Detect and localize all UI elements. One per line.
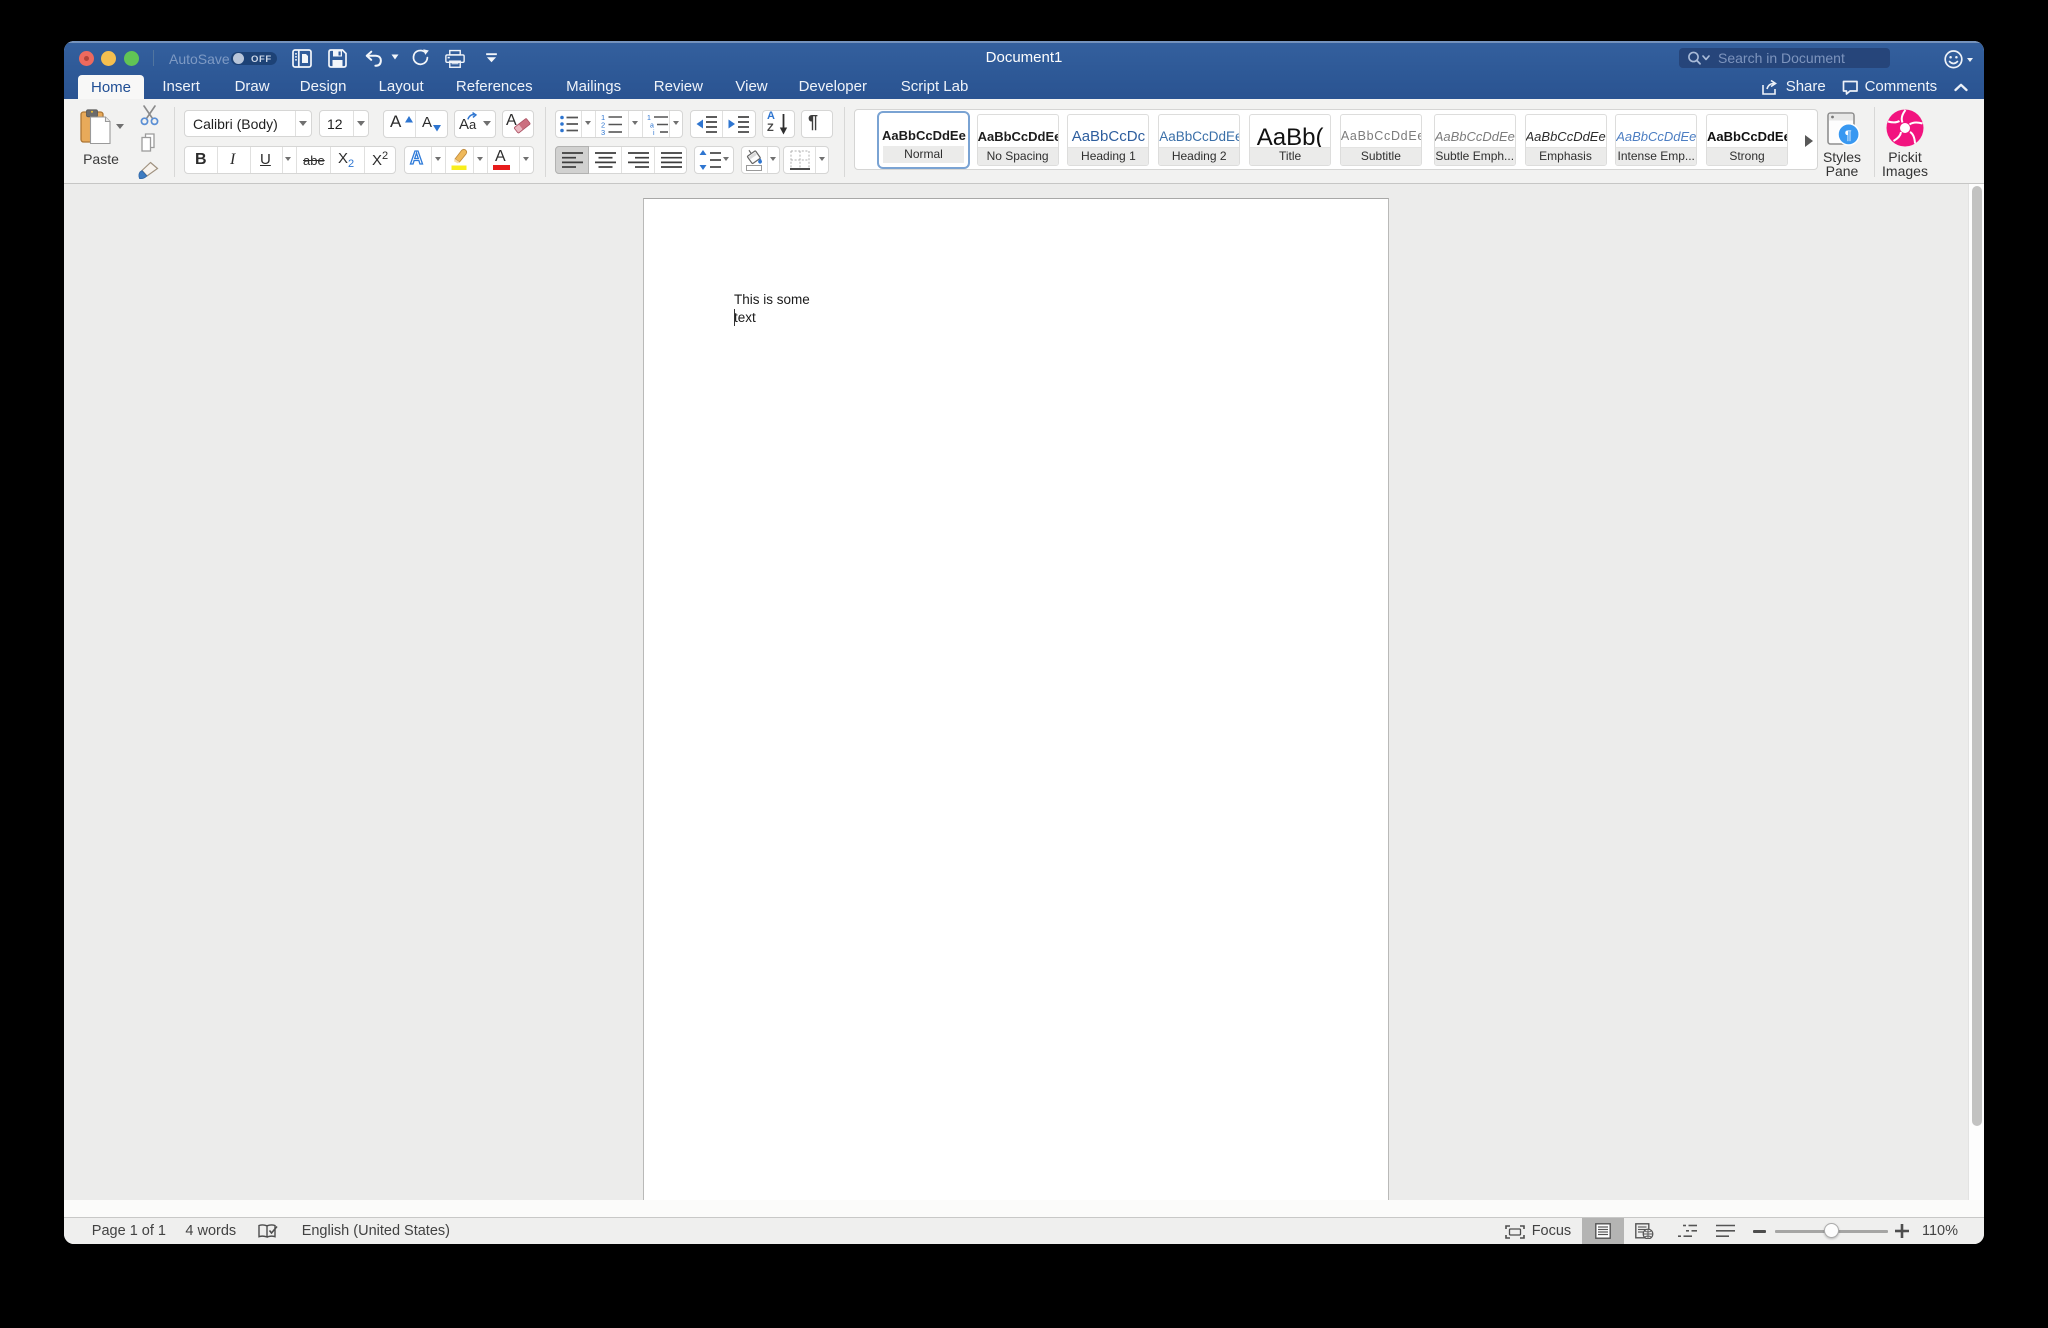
svg-text:i: i (653, 130, 655, 135)
svg-text:¶: ¶ (1845, 128, 1852, 143)
svg-text:3: 3 (601, 128, 605, 135)
svg-text:a: a (650, 123, 654, 130)
svg-text:1: 1 (647, 115, 651, 122)
